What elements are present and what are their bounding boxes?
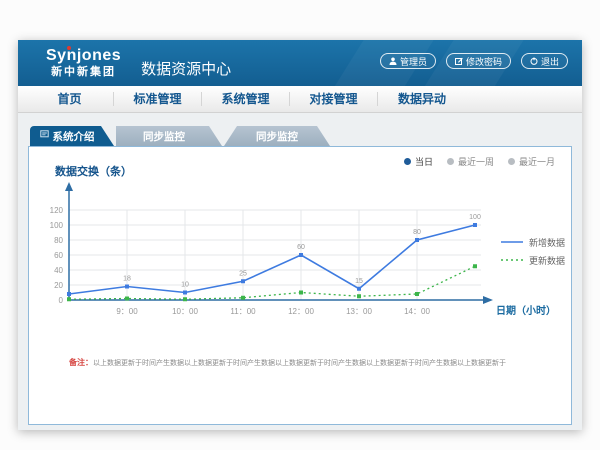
data-point-label: 15 — [355, 278, 363, 285]
y-axis-arrow-icon — [65, 182, 73, 191]
note-prefix: 备注： — [69, 358, 93, 367]
data-point-label: 80 — [413, 229, 421, 236]
admin-user-label: 管理员 — [400, 55, 427, 68]
logo-wordmark: Synjones — [46, 48, 121, 64]
time-range-filter: 当日 最近一周 最近一月 — [404, 155, 555, 168]
y-tick-label: 60 — [54, 251, 63, 260]
legend-label: 更新数据 — [529, 254, 565, 267]
nav-item-interface-mgmt[interactable]: 对接管理 — [290, 92, 378, 106]
radio-last-month[interactable]: 最近一月 — [508, 155, 555, 168]
tab-system-intro[interactable]: 系统介绍 — [30, 126, 114, 146]
data-point[interactable] — [357, 287, 361, 291]
data-point[interactable] — [241, 296, 245, 300]
x-axis-title: 日期（小时） — [496, 304, 556, 317]
change-password-button[interactable]: 修改密码 — [446, 53, 511, 69]
logo-red-dot-icon — [67, 46, 71, 50]
legend-item[interactable]: 新增数据 — [501, 233, 565, 251]
data-point[interactable] — [415, 292, 419, 296]
legend-line-sample-icon — [501, 257, 523, 263]
nav-item-home[interactable]: 首页 — [26, 92, 114, 106]
tab-label: 系统介绍 — [53, 129, 95, 144]
data-point[interactable] — [299, 253, 303, 257]
note-text: 以上数据更新于时间产生数据以上数据更新于时间产生数据以上数据更新于时间产生数据以… — [93, 360, 506, 367]
logout-label: 退出 — [541, 55, 559, 68]
legend-line-sample-icon — [501, 239, 523, 245]
y-tick-label: 120 — [50, 206, 64, 215]
tab-label: 同步监控 — [143, 129, 185, 144]
y-tick-label: 0 — [59, 296, 64, 305]
x-tick-label: 11：00 — [230, 307, 256, 316]
app-window: Synjones 新中新集团 数据资源中心 管理员 修改密码 退出 首页 标准管… — [18, 40, 582, 430]
x-axis-arrow-icon — [483, 296, 493, 304]
chart-legend: 新增数据更新数据 — [501, 233, 565, 269]
change-password-label: 修改密码 — [466, 55, 502, 68]
x-tick-label: 9：00 — [116, 307, 138, 316]
y-tick-label: 40 — [54, 266, 63, 275]
radio-dot-icon — [404, 158, 411, 165]
radio-dot-icon — [508, 158, 515, 165]
data-point[interactable] — [125, 285, 129, 289]
x-tick-label: 14：00 — [404, 307, 430, 316]
data-point[interactable] — [473, 223, 477, 227]
data-point-label: 10 — [181, 282, 189, 289]
nav-item-data-change[interactable]: 数据异动 — [378, 92, 466, 106]
data-point[interactable] — [183, 297, 187, 301]
app-header: Synjones 新中新集团 数据资源中心 管理员 修改密码 退出 — [18, 40, 582, 86]
radio-last-week[interactable]: 最近一周 — [447, 155, 494, 168]
company-logo: Synjones 新中新集团 — [46, 48, 121, 78]
data-point[interactable] — [415, 238, 419, 242]
data-point-label: 18 — [123, 276, 131, 283]
x-tick-label: 13：00 — [346, 307, 372, 316]
data-point[interactable] — [473, 264, 477, 268]
tab-bar: 系统介绍 同步监控 同步监控 — [30, 126, 582, 146]
x-tick-label: 10：00 — [172, 307, 198, 316]
edit-icon — [455, 57, 463, 65]
radio-today[interactable]: 当日 — [404, 155, 433, 168]
data-point[interactable] — [67, 292, 71, 296]
data-point[interactable] — [357, 294, 361, 298]
chart-panel: 当日 最近一周 最近一月 数据交换（条） 9：0010：0011：0012：00… — [28, 146, 572, 425]
tab-sync-monitor-2[interactable]: 同步监控 — [224, 126, 330, 146]
data-point[interactable] — [241, 279, 245, 283]
data-point-label: 100 — [469, 214, 481, 221]
data-point[interactable] — [125, 297, 129, 301]
y-tick-label: 80 — [54, 236, 63, 245]
footer-note: 备注：以上数据更新于时间产生数据以上数据更新于时间产生数据以上数据更新于时间产生… — [69, 357, 506, 368]
legend-item[interactable]: 更新数据 — [501, 251, 565, 269]
tab-sync-monitor-1[interactable]: 同步监控 — [116, 126, 222, 146]
radio-last-week-label: 最近一周 — [458, 155, 494, 168]
document-icon — [40, 130, 49, 142]
tab-label: 同步监控 — [256, 129, 298, 144]
logo-company-name: 新中新集团 — [46, 67, 121, 78]
nav-item-standard-mgmt[interactable]: 标准管理 — [114, 92, 202, 106]
data-point[interactable] — [183, 291, 187, 295]
series-line-更新数据 — [69, 266, 475, 299]
y-tick-label: 100 — [50, 221, 64, 230]
data-point[interactable] — [67, 297, 71, 301]
power-icon — [530, 57, 538, 65]
legend-label: 新增数据 — [529, 236, 565, 249]
data-point-label: 25 — [239, 270, 247, 277]
nav-item-system-mgmt[interactable]: 系统管理 — [202, 92, 290, 106]
x-tick-label: 12：00 — [288, 307, 314, 316]
logout-button[interactable]: 退出 — [521, 53, 568, 69]
data-point-label: 60 — [297, 244, 305, 251]
radio-dot-icon — [447, 158, 454, 165]
data-point[interactable] — [299, 291, 303, 295]
page-title: 数据资源中心 — [141, 58, 231, 79]
header-actions: 管理员 修改密码 退出 — [380, 53, 568, 69]
user-icon — [389, 57, 397, 65]
radio-last-month-label: 最近一月 — [519, 155, 555, 168]
admin-user-button[interactable]: 管理员 — [380, 53, 436, 69]
y-tick-label: 20 — [54, 281, 63, 290]
line-chart: 9：00 10：00 11：00 12：00 13：00 14：00 0 20 40 60 80 10… — [29, 177, 573, 327]
main-nav: 首页 标准管理 系统管理 对接管理 数据异动 — [18, 86, 582, 113]
radio-today-label: 当日 — [415, 155, 433, 168]
